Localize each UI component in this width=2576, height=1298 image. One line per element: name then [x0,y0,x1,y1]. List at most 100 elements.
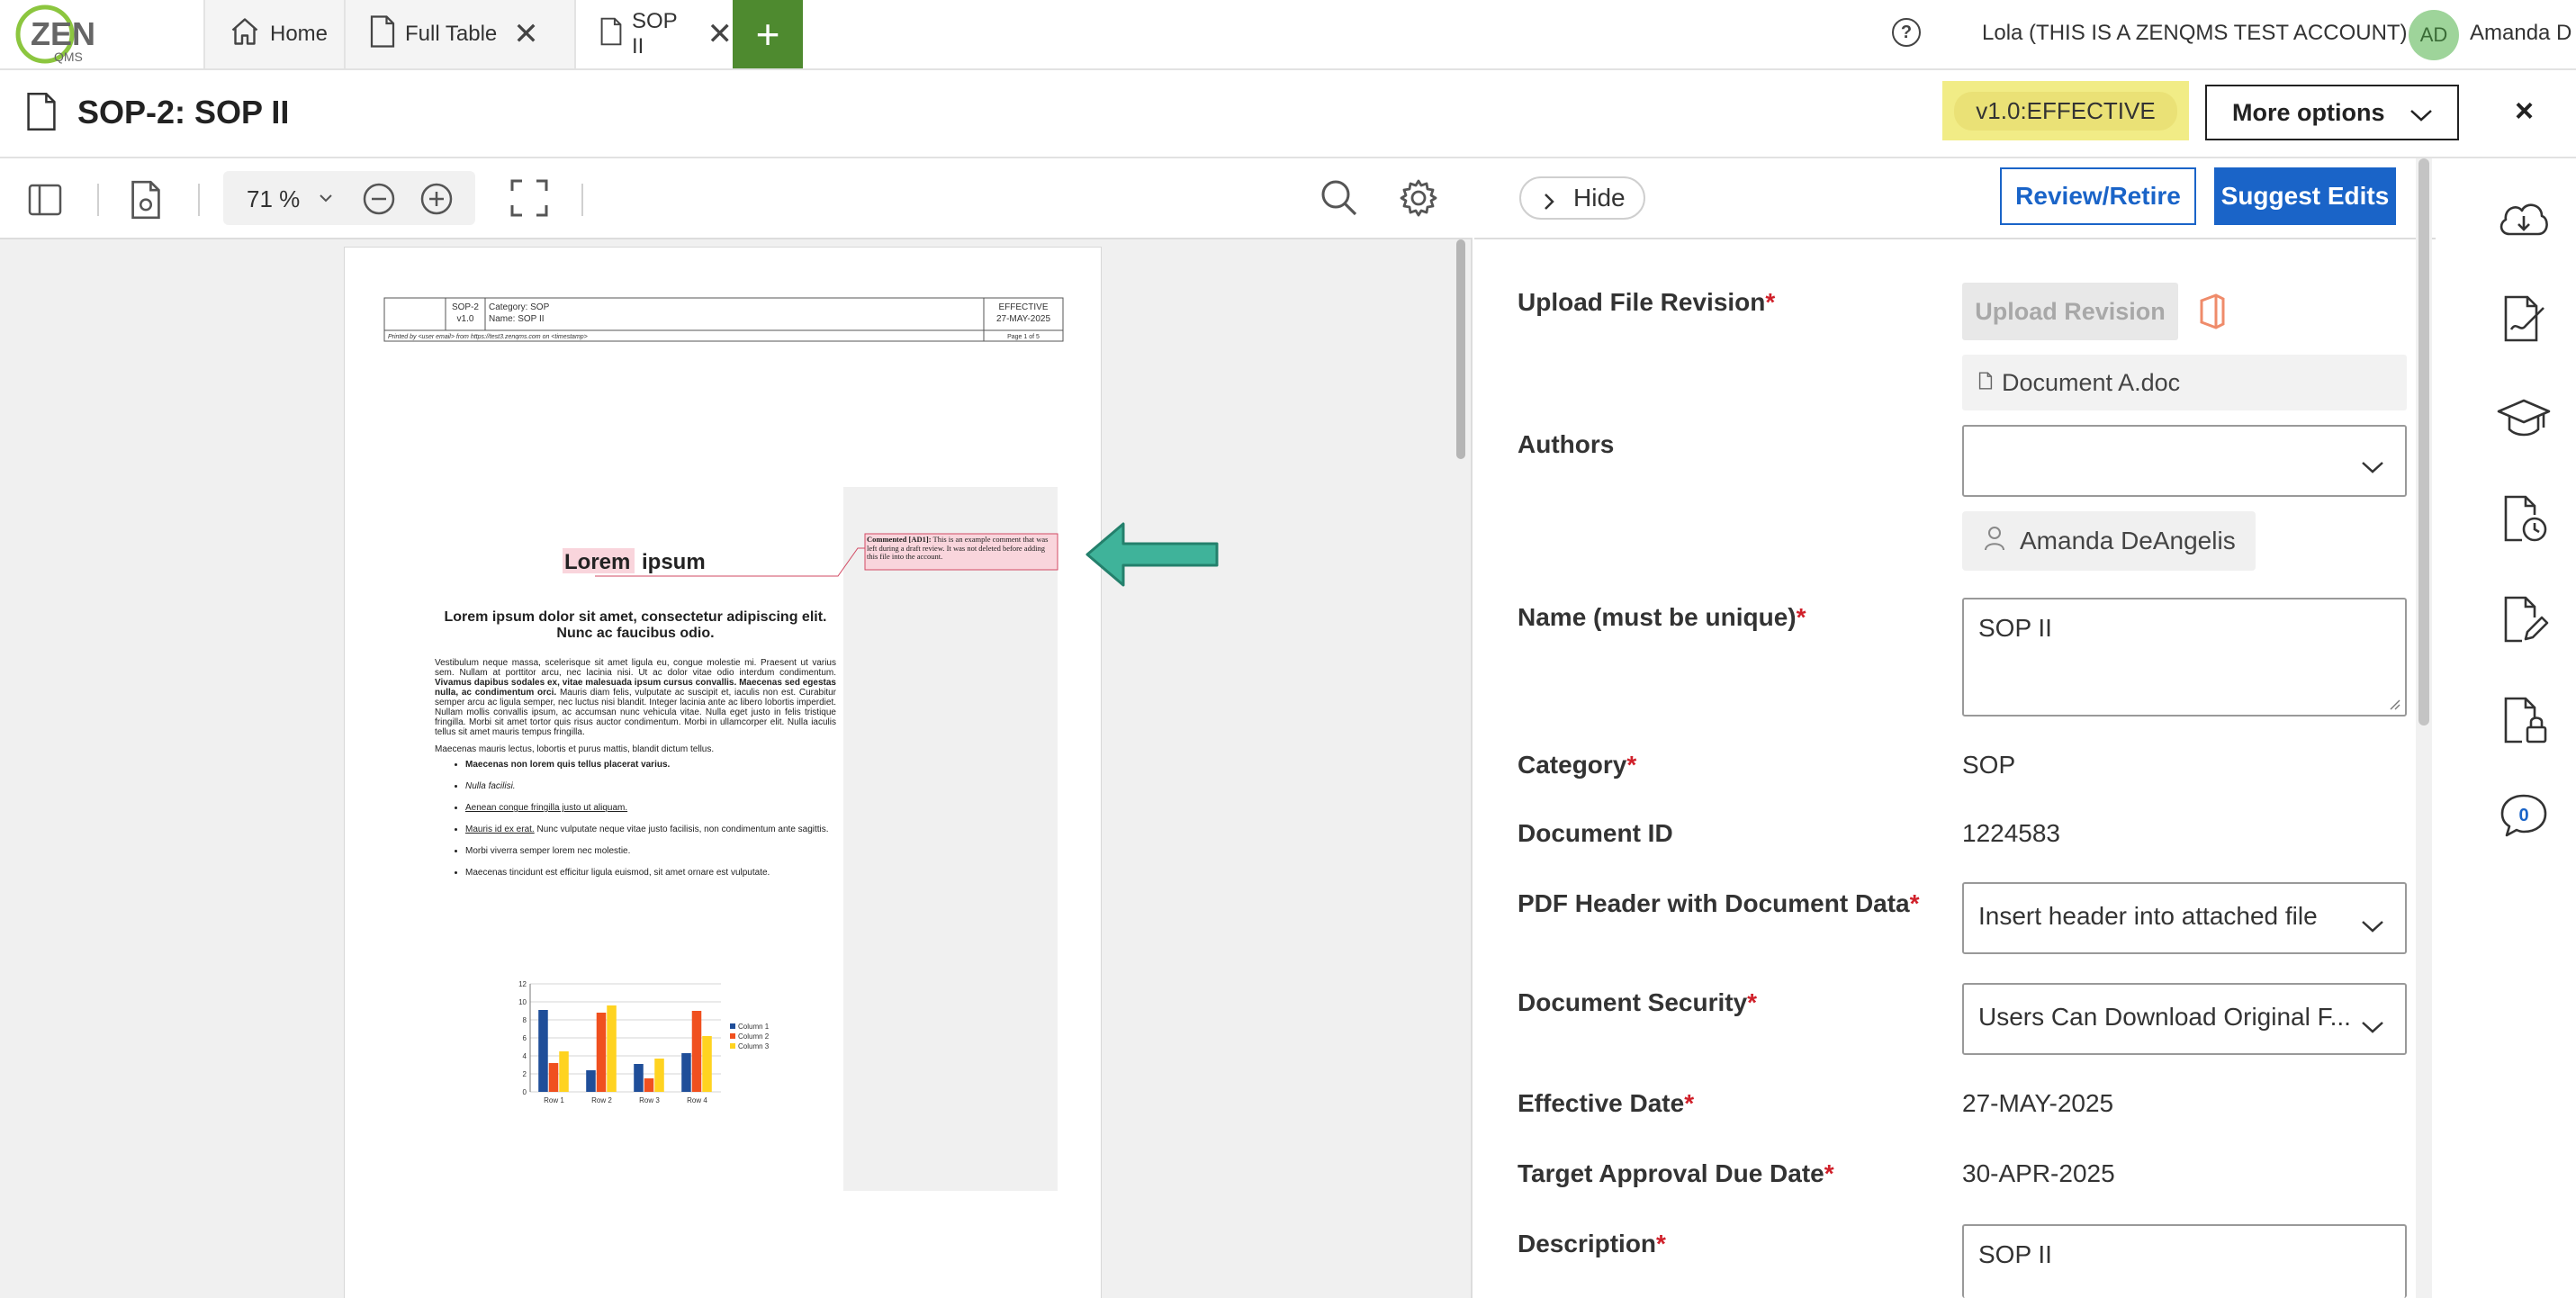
authors-select[interactable] [1962,425,2407,497]
toolbar-divider [581,184,583,216]
document-icon [369,14,396,54]
chevron-down-icon [2360,454,2385,482]
tab-home[interactable]: Home [203,0,344,68]
user-name[interactable]: Amanda D [2470,21,2571,46]
chart-bar [538,1010,548,1092]
comment-margin [843,487,1058,1191]
target-approval-value: 30-APR-2025 [1962,1159,2115,1187]
chart-legend-label: Column 2 [738,1032,770,1041]
file-icon [1978,369,1993,397]
document-id-label: Document ID [1518,819,1673,847]
author-chip[interactable]: Amanda DeAngelis [1962,511,2256,571]
document-security-select[interactable]: Users Can Download Original F... [1962,983,2407,1055]
add-tab-button[interactable]: + [733,0,803,68]
required-mark: * [1656,1230,1666,1257]
description-field[interactable]: SOP II [1962,1224,2407,1298]
required-mark: * [1765,288,1776,316]
account-name[interactable]: Lola (THIS IS A ZENQMS TEST ACCOUNT) [1982,21,2408,46]
pdf-heading-word1: Lorem [564,550,630,574]
required-mark: * [1796,603,1806,631]
chevron-right-icon [1541,189,1557,218]
document-viewer[interactable]: SOP-2 v1.0 Category: SOP Name: SOP II EF… [0,239,1473,1298]
pdf-paragraph-1a: Vestibulum neque massa, scelerisque sit … [435,658,836,678]
chart-bar [634,1064,644,1092]
logo-subtext: QMS [54,50,83,64]
close-tab-icon[interactable]: ✕ [707,19,734,50]
avatar[interactable]: AD [2409,10,2459,60]
document-settings-icon[interactable] [130,180,162,224]
zoom-out-icon[interactable] [362,182,396,221]
label-text: PDF Header with Document Data [1518,889,1910,917]
zoom-level: 71 % [247,185,301,212]
attached-file-chip[interactable]: Document A.doc [1962,355,2407,410]
annotation-arrow [1085,522,1219,587]
viewer-toolbar: 71 % [0,158,1473,239]
file-name: Document A.doc [2002,368,2181,396]
chevron-down-icon [2360,913,2385,942]
close-tab-icon[interactable]: ✕ [513,19,539,50]
zoom-select[interactable]: 71 % [223,171,475,225]
more-options-label: More options [2232,98,2385,126]
description-label: Description* [1518,1230,1666,1258]
app-root: ZEN QMS Home Full Table ✕ SOP II ✕ + ? L… [0,0,2576,1298]
pdf-header-version: v1.0 [457,314,474,324]
hide-panel-button[interactable]: Hide [1519,176,1645,220]
chart-y-tick-label: 0 [523,1088,527,1096]
help-icon[interactable]: ? [1892,18,1921,47]
office-icon[interactable] [2198,293,2227,334]
training-cap-icon[interactable] [2497,392,2551,446]
viewer-scrollbar[interactable] [1455,239,1467,1298]
document-id-value: 1224583 [1962,819,2061,847]
comment-icon[interactable]: 0 [2497,789,2551,843]
chart-y-tick-label: 10 [518,998,527,1006]
chart-bar [607,1005,617,1092]
signature-icon[interactable] [2497,292,2551,346]
gear-icon[interactable] [1399,178,1438,222]
chart-bar [586,1070,596,1092]
pdf-bullet: Nulla facilisi. [465,781,836,791]
description-value: SOP II [1978,1240,2052,1268]
category-value: SOP [1962,751,2016,779]
chart-legend-swatch [730,1043,735,1049]
close-document-button[interactable]: × [2515,92,2534,130]
name-field[interactable]: SOP II [1962,598,2407,717]
suggest-edits-button[interactable]: Suggest Edits [2214,167,2396,225]
lock-document-icon[interactable] [2497,693,2551,747]
search-icon[interactable] [1320,178,1359,222]
pdf-header-doc-id: SOP-2 [452,302,479,312]
name-label: Name (must be unique)* [1518,603,1806,632]
more-options-button[interactable]: More options [2205,85,2459,140]
required-mark: * [1747,988,1758,1016]
tab-label: SOP II [632,9,678,59]
fullscreen-icon[interactable] [509,178,549,222]
tab-full-table[interactable]: Full Table ✕ [344,0,574,68]
zenqms-logo[interactable]: ZEN QMS [13,2,112,67]
pdf-page-render: SOP-2 v1.0 Category: SOP Name: SOP II EF… [345,248,1103,1298]
chart-legend-label: Column 3 [738,1042,770,1050]
edit-document-icon[interactable] [2497,592,2551,646]
scrollbar-thumb[interactable] [2418,158,2429,726]
chart-legend-swatch [730,1033,735,1039]
required-mark: * [1626,751,1637,779]
pdf-header-value: Insert header into attached file [1978,902,2318,930]
tab-sop-ii[interactable]: SOP II ✕ [574,0,733,68]
pdf-header-page: Page 1 of 5 [1007,334,1040,340]
chart-legend-swatch [730,1023,735,1029]
sidebar-toggle-icon[interactable] [27,182,63,222]
toolbar-divider [97,184,99,216]
effective-date-value: 27-MAY-2025 [1962,1089,2114,1117]
toolbar-divider [198,184,200,216]
cloud-download-icon[interactable] [2497,193,2551,247]
upload-revision-button[interactable]: Upload Revision [1962,283,2178,340]
review-retire-button[interactable]: Review/Retire [2000,167,2196,225]
history-icon[interactable] [2497,491,2551,545]
name-value: SOP II [1978,614,2052,642]
chart-bar [559,1051,569,1092]
panel-scrollbar[interactable] [2416,158,2432,1298]
chart-y-tick-label: 6 [523,1034,527,1042]
pdf-subheading: Lorem ipsum dolor sit amet, consectetur … [444,609,827,641]
pdf-bullet-link: Mauris id ex erat. [465,825,535,834]
pdf-header-select[interactable]: Insert header into attached file [1962,882,2407,954]
scrollbar-thumb[interactable] [1456,239,1465,459]
zoom-in-icon[interactable] [419,182,454,221]
